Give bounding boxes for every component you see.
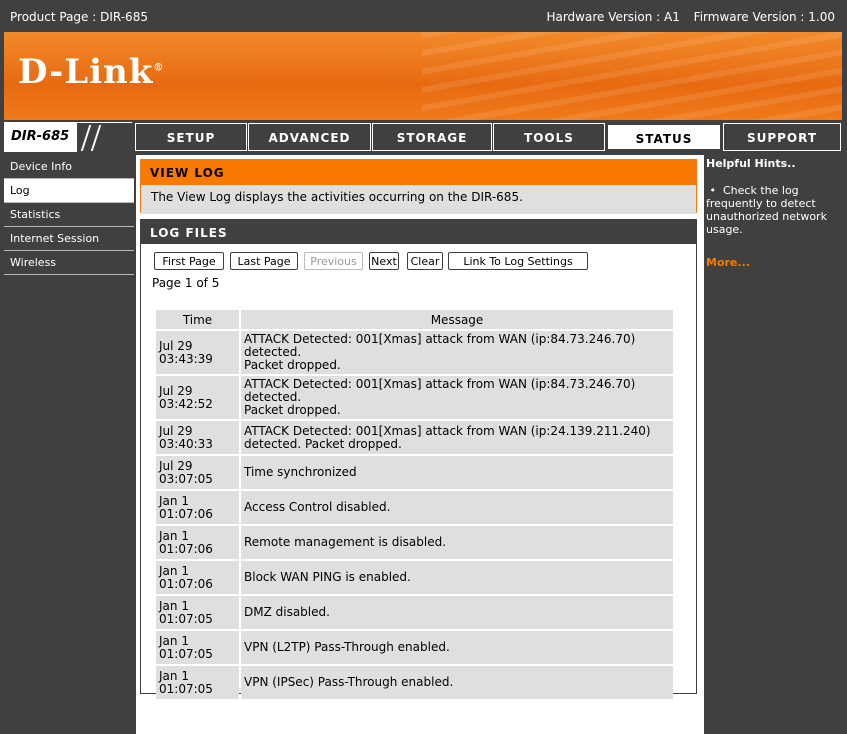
hint-item: • Check the log frequently to detect una… [706, 184, 827, 236]
main-content: VIEW LOG The View Log displays the activ… [136, 155, 704, 734]
table-row: Jan 1 01:07:05 VPN (L2TP) Pass-Through en… [156, 631, 673, 664]
log-time: Jul 29 03:07:05 [156, 456, 239, 489]
sidebar-item-statistics[interactable]: Statistics [4, 203, 134, 227]
sidebar-item-log[interactable]: Log [4, 179, 134, 203]
tab-advanced[interactable]: ADVANCED [248, 123, 371, 151]
table-row: Jul 29 03:07:05 Time synchronized [156, 456, 673, 489]
top-bar: Product Page : DIR-685 Hardware Version … [0, 0, 847, 32]
more-link[interactable]: More... [706, 256, 842, 269]
log-files-title: LOG FILES [141, 220, 696, 244]
log-message: Access Control disabled. [241, 491, 673, 524]
first-page-button[interactable]: First Page [154, 252, 224, 270]
helpful-hints-panel: Helpful Hints.. • Check the log frequent… [706, 155, 842, 269]
dlink-logo: D-Link® [18, 52, 165, 92]
sidebar-item-device-info[interactable]: Device Info [4, 155, 134, 179]
column-header-time: Time [156, 310, 239, 329]
table-row: Jul 29 03:43:39 ATTACK Detected: 001[Xmas… [156, 331, 673, 374]
log-table: Time Message Jul 29 03:43:39 ATTACK Detec… [154, 308, 675, 701]
model-badge: DIR-685 [4, 122, 133, 153]
model-name: DIR-685 [11, 129, 70, 144]
table-header-row: Time Message [156, 310, 673, 329]
firmware-version: Firmware Version : 1.00 [693, 10, 835, 24]
log-message: Time synchronized [241, 456, 673, 489]
log-time: Jan 1 01:07:05 [156, 631, 239, 664]
previous-button[interactable]: Previous [304, 252, 363, 270]
hardware-version: Hardware Version : A1 [546, 10, 680, 24]
hints-title: Helpful Hints.. [706, 157, 796, 170]
log-message: DMZ disabled. [241, 596, 673, 629]
tab-setup[interactable]: SETUP [135, 123, 247, 151]
sidebar-item-wireless[interactable]: Wireless [4, 251, 134, 275]
log-time: Jan 1 01:07:06 [156, 561, 239, 594]
tab-support[interactable]: SUPPORT [723, 123, 841, 151]
tab-storage[interactable]: STORAGE [372, 123, 492, 151]
table-row: Jul 29 03:40:33 ATTACK Detected: 001[Xmas… [156, 421, 673, 454]
table-row: Jan 1 01:07:06 Block WAN PING is enabled. [156, 561, 673, 594]
table-row: Jan 1 01:07:06 Access Control disabled. [156, 491, 673, 524]
table-row: Jan 1 01:07:05 DMZ disabled. [156, 596, 673, 629]
sidebar-item-internet-session[interactable]: Internet Session [4, 227, 134, 251]
link-to-log-settings-button[interactable]: Link To Log Settings [448, 252, 588, 270]
table-row: Jan 1 01:07:05 VPN (IPSec) Pass-Through e… [156, 666, 673, 699]
log-time: Jan 1 01:07:06 [156, 526, 239, 559]
log-message: ATTACK Detected: 001[Xmas] attack from W… [241, 331, 673, 374]
log-time: Jan 1 01:07:05 [156, 666, 239, 699]
log-message: Block WAN PING is enabled. [241, 561, 673, 594]
log-time: Jul 29 03:42:52 [156, 376, 239, 419]
nav-row: DIR-685 SETUP ADVANCED STORAGE TOOLS STA… [4, 122, 842, 153]
page-indicator: Page 1 of 5 [152, 276, 220, 290]
table-row: Jan 1 01:07:06 Remote management is disab… [156, 526, 673, 559]
tab-tools[interactable]: TOOLS [493, 123, 605, 151]
header-banner: D-Link® [4, 32, 842, 120]
column-header-message: Message [241, 310, 673, 329]
slash-decoration [77, 123, 133, 153]
clear-button[interactable]: Clear [407, 252, 443, 270]
sidebar: Device Info Log Statistics Internet Sess… [4, 155, 134, 275]
last-page-button[interactable]: Last Page [230, 252, 298, 270]
log-files-section: LOG FILES First Page Last Page Previous … [140, 219, 697, 699]
tab-status[interactable]: STATUS [606, 123, 722, 151]
product-page-label: Product Page : DIR-685 [10, 10, 148, 24]
log-message: Remote management is disabled. [241, 526, 673, 559]
log-time: Jul 29 03:40:33 [156, 421, 239, 454]
log-time: Jul 29 03:43:39 [156, 331, 239, 374]
view-log-description: The View Log displays the activities occ… [141, 185, 696, 214]
log-time: Jan 1 01:07:05 [156, 596, 239, 629]
version-info: Hardware Version : A1 Firmware Version :… [536, 10, 835, 24]
banner-stripes [422, 32, 842, 120]
log-time: Jan 1 01:07:06 [156, 491, 239, 524]
log-message: VPN (IPSec) Pass-Through enabled. [241, 666, 673, 699]
bullet-icon: • [709, 184, 717, 197]
view-log-title: VIEW LOG [141, 160, 696, 185]
log-message: VPN (L2TP) Pass-Through enabled. [241, 631, 673, 664]
view-log-section: VIEW LOG The View Log displays the activ… [140, 159, 697, 214]
log-message: ATTACK Detected: 001[Xmas] attack from W… [241, 376, 673, 419]
next-button[interactable]: Next [369, 252, 399, 270]
table-row: Jul 29 03:42:52 ATTACK Detected: 001[Xmas… [156, 376, 673, 419]
log-message: ATTACK Detected: 001[Xmas] attack from W… [241, 421, 673, 454]
